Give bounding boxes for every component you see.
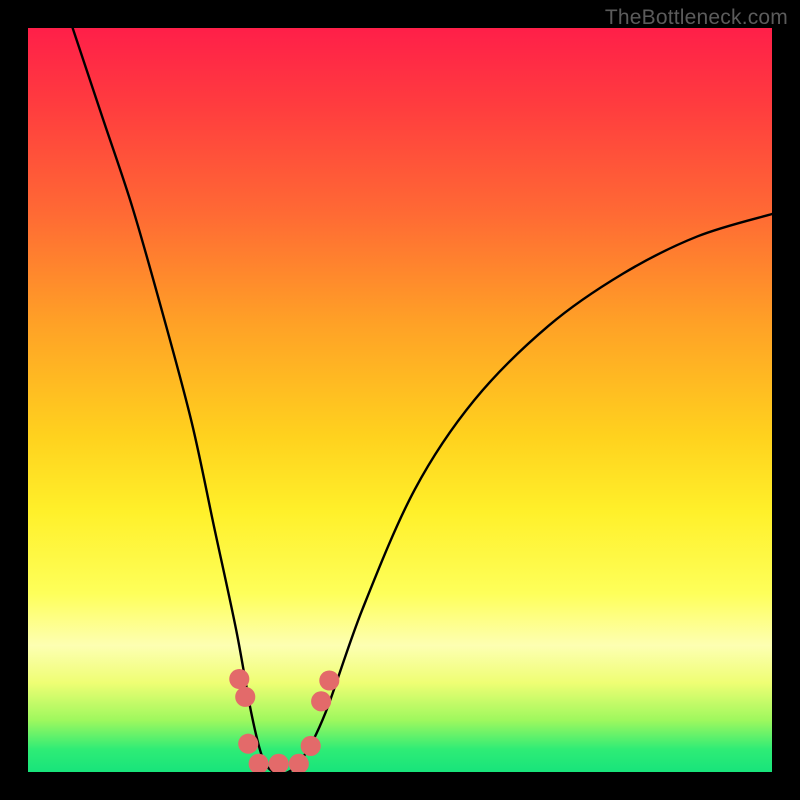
valley-dot [301,736,321,756]
watermark-text: TheBottleneck.com [605,6,788,30]
curve-layer [28,28,772,772]
valley-dot [238,734,258,754]
valley-dot [311,691,331,711]
valley-dot [319,670,339,690]
bottleneck-curve [73,28,772,772]
chart-frame: TheBottleneck.com [0,0,800,800]
valley-dot [289,754,309,772]
plot-area [28,28,772,772]
valley-dot [249,754,269,772]
valley-dot [229,669,249,689]
valley-dot [235,687,255,707]
valley-dot [269,754,289,772]
